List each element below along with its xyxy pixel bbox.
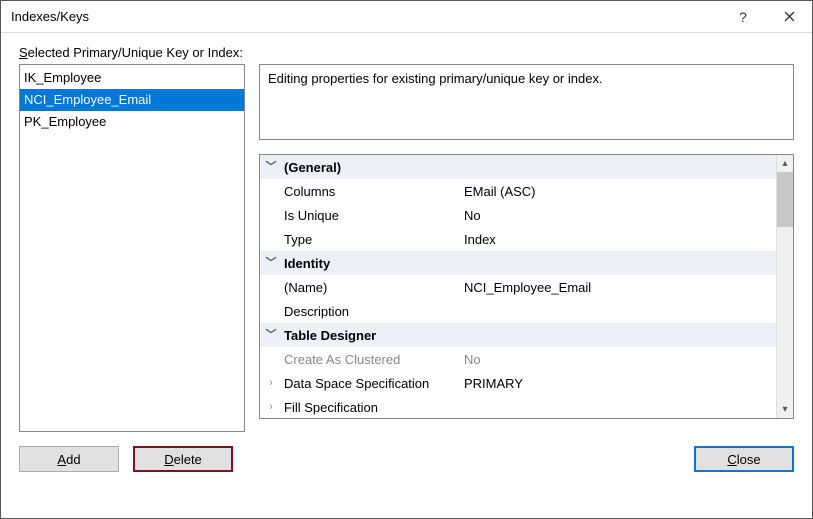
property-label: Is Unique: [282, 208, 464, 223]
scroll-down-icon[interactable]: ▾: [777, 401, 793, 418]
property-row[interactable]: Type Index: [260, 227, 776, 251]
category-label: (General): [282, 160, 776, 175]
titlebar-buttons: ?: [720, 1, 812, 33]
property-label: Create As Clustered: [282, 352, 464, 367]
property-row[interactable]: › Data Space Specification PRIMARY: [260, 371, 776, 395]
list-item[interactable]: PK_Employee: [20, 111, 244, 133]
chevron-down-icon[interactable]: ﹀: [260, 254, 282, 270]
category-identity[interactable]: ﹀ Identity: [260, 251, 776, 275]
scroll-thumb[interactable]: [777, 172, 793, 227]
property-label: Data Space Specification: [282, 376, 464, 391]
property-label: Columns: [282, 184, 464, 199]
chevron-down-icon[interactable]: ﹀: [260, 158, 282, 174]
category-general[interactable]: ﹀ (General): [260, 155, 776, 179]
property-value[interactable]: EMail (ASC): [464, 184, 776, 199]
property-label: Description: [282, 304, 464, 319]
property-value[interactable]: No: [464, 208, 776, 223]
property-row[interactable]: Is Unique No: [260, 203, 776, 227]
property-value[interactable]: NCI_Employee_Email: [464, 280, 776, 295]
property-row[interactable]: (Name) NCI_Employee_Email: [260, 275, 776, 299]
property-label: (Name): [282, 280, 464, 295]
property-row[interactable]: › Fill Specification: [260, 395, 776, 419]
chevron-right-icon[interactable]: ›: [260, 401, 282, 413]
scrollbar[interactable]: ▴ ▾: [776, 155, 793, 418]
property-row[interactable]: Description: [260, 299, 776, 323]
category-label: Identity: [282, 256, 776, 271]
description-text: Editing properties for existing primary/…: [268, 71, 603, 86]
property-value[interactable]: PRIMARY: [464, 376, 776, 391]
dialog-content: Selected Primary/Unique Key or Index: IK…: [1, 33, 812, 486]
close-button[interactable]: Close: [694, 446, 794, 472]
description-box: Editing properties for existing primary/…: [259, 64, 794, 140]
property-value[interactable]: Index: [464, 232, 776, 247]
property-row[interactable]: Columns EMail (ASC): [260, 179, 776, 203]
index-listbox[interactable]: IK_Employee NCI_Employee_Email PK_Employ…: [19, 64, 245, 432]
property-label: Type: [282, 232, 464, 247]
list-item[interactable]: IK_Employee: [20, 67, 244, 89]
property-label: Fill Specification: [282, 400, 464, 415]
section-label: Selected Primary/Unique Key or Index:: [19, 45, 794, 60]
help-button[interactable]: ?: [720, 1, 766, 33]
list-item[interactable]: NCI_Employee_Email: [20, 89, 244, 111]
property-value: No: [464, 352, 776, 367]
delete-button[interactable]: Delete: [133, 446, 233, 472]
property-grid[interactable]: ﹀ (General) Columns EMail (ASC) Is Uniqu…: [259, 154, 794, 419]
add-button[interactable]: Add: [19, 446, 119, 472]
titlebar: Indexes/Keys ?: [1, 1, 812, 33]
chevron-down-icon[interactable]: ﹀: [260, 326, 282, 342]
close-icon[interactable]: [766, 1, 812, 33]
property-row: Create As Clustered No: [260, 347, 776, 371]
category-table-designer[interactable]: ﹀ Table Designer: [260, 323, 776, 347]
window-title: Indexes/Keys: [11, 9, 720, 24]
category-label: Table Designer: [282, 328, 776, 343]
chevron-right-icon[interactable]: ›: [260, 377, 282, 389]
scroll-up-icon[interactable]: ▴: [777, 155, 793, 172]
